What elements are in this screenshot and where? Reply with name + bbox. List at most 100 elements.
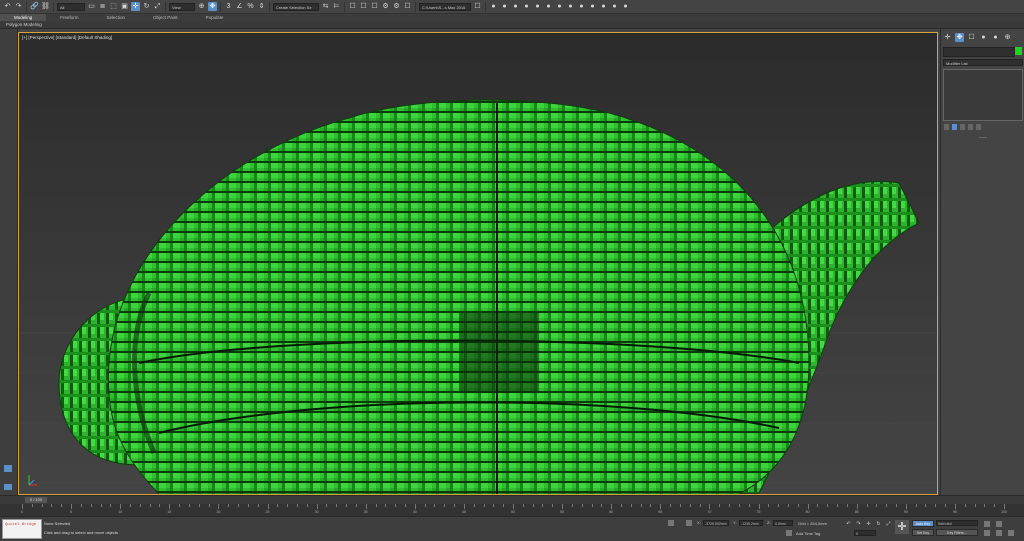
go-to-start-icon[interactable]: ↶	[844, 520, 853, 529]
absolute-mode-icon[interactable]	[686, 520, 692, 526]
snap-toggle-icon[interactable]: 3	[224, 2, 233, 11]
track-tick	[797, 504, 799, 507]
modify-tab-icon[interactable]: ✥	[955, 32, 964, 42]
panel-divider[interactable]	[979, 137, 987, 138]
reference-coord-dropdown[interactable]: View	[169, 2, 195, 11]
select-object-icon[interactable]: ▭	[87, 2, 96, 11]
link-icon[interactable]: 🔗	[30, 2, 39, 11]
tab-object-paint[interactable]: Object Paint	[139, 14, 192, 21]
layout-toggle-icon[interactable]	[4, 484, 12, 490]
teapot-body[interactable]	[107, 99, 810, 494]
utilities-tab-icon[interactable]: ⊕	[1003, 33, 1012, 42]
spinner-snap-icon[interactable]: ⇕	[257, 2, 266, 11]
set-key-button[interactable]: Set Key	[912, 529, 934, 536]
next-frame-icon[interactable]: ↻	[874, 520, 883, 529]
tab-populate[interactable]: Populate	[192, 14, 238, 21]
unlink-icon[interactable]: ⛓	[41, 2, 50, 11]
schematic-view-icon[interactable]: ⚙	[381, 2, 390, 11]
extra-tool-icon[interactable]: ●	[610, 2, 619, 11]
extra-tool-icon[interactable]: ●	[621, 2, 630, 11]
sphere-tool-icon[interactable]: ●	[544, 2, 553, 11]
render-setup-icon[interactable]: ☐	[403, 2, 412, 11]
display-tab-icon[interactable]: ●	[991, 33, 1000, 42]
time-config-icon[interactable]	[984, 521, 990, 527]
modifier-stack[interactable]	[943, 69, 1023, 121]
y-coord-field[interactable]: -1235,2mm	[739, 520, 763, 526]
auto-key-button[interactable]: Auto Key	[912, 520, 934, 527]
play-icon[interactable]: ✛	[864, 520, 873, 529]
camera-tool-icon[interactable]: ●	[566, 2, 575, 11]
project-path-field[interactable]: C:\Users\S...s Max 2016	[419, 2, 471, 11]
named-selection-sets-dropdown[interactable]: Create Selection Se	[273, 2, 319, 11]
modifier-list-dropdown[interactable]: Modifier List	[943, 59, 1023, 66]
time-slider-handle[interactable]: 0 / 100	[25, 497, 47, 503]
redo-icon[interactable]: ↷	[14, 2, 23, 11]
tab-selection[interactable]: Selection	[93, 14, 140, 21]
percent-snap-icon[interactable]: %	[246, 2, 255, 11]
viewport-layout-strip[interactable]	[0, 29, 18, 495]
activeshade-icon[interactable]: ●	[522, 2, 531, 11]
space-warp-icon[interactable]: ●	[588, 2, 597, 11]
pan-view-icon[interactable]	[984, 530, 990, 536]
zoom-extents-icon[interactable]	[996, 521, 1002, 527]
select-by-name-icon[interactable]: ≣	[98, 2, 107, 11]
tab-freeform[interactable]: Freeform	[46, 14, 92, 21]
select-and-move-icon[interactable]: ✛	[131, 2, 140, 11]
align-icon[interactable]: ⊨	[332, 2, 341, 11]
perspective-viewport[interactable]: [+] [Perspective] [Standard] [Default Sh…	[18, 32, 938, 495]
current-frame-field[interactable]: 0	[854, 530, 876, 536]
curve-editor-icon[interactable]: ☐	[370, 2, 379, 11]
show-end-result-icon[interactable]	[952, 124, 957, 130]
manipulate-icon[interactable]: ✥	[208, 2, 217, 11]
object-name-field[interactable]	[943, 47, 1015, 57]
viewport-layout-icon[interactable]	[4, 465, 12, 472]
material-editor-icon[interactable]: ⚙	[392, 2, 401, 11]
folder-icon[interactable]: ☐	[473, 2, 482, 11]
undo-icon[interactable]: ↶	[3, 2, 12, 11]
select-and-scale-icon[interactable]: ⤢	[153, 2, 162, 11]
tab-modeling[interactable]: Modeling	[0, 14, 47, 21]
mirror-icon[interactable]: ⇆	[321, 2, 330, 11]
object-color-swatch[interactable]	[1015, 47, 1022, 55]
configure-sets-icon[interactable]	[976, 124, 981, 130]
make-unique-icon[interactable]	[960, 124, 965, 130]
rect-selection-region-icon[interactable]: ⬚	[109, 2, 118, 11]
select-and-rotate-icon[interactable]: ↻	[142, 2, 151, 11]
light-tool-icon[interactable]: ●	[555, 2, 564, 11]
track-bar[interactable]: 0 5 10 15 20 25 30 35 40 45 50 55 60 65 70 75 80 85 90 95 10…	[0, 504, 1024, 516]
pin-stack-icon[interactable]	[944, 124, 949, 130]
render-frame-icon[interactable]: ●	[489, 2, 498, 11]
create-tab-icon[interactable]: ✛	[943, 33, 952, 42]
z-coord-field[interactable]: 0,0mm	[773, 520, 793, 526]
polygon-modeling-panel-label[interactable]: Polygon Modeling	[6, 21, 42, 28]
lock-selection-icon[interactable]	[668, 520, 674, 526]
time-tag-icon[interactable]	[786, 530, 792, 536]
hierarchy-tab-icon[interactable]: ☐	[967, 33, 976, 42]
maxscript-listener[interactable]: Quixel Bridge	[2, 519, 42, 539]
pivot-center-icon[interactable]: ⊕	[197, 2, 206, 11]
remove-modifier-icon[interactable]	[968, 124, 973, 130]
systems-icon[interactable]: ●	[599, 2, 608, 11]
helper-tool-icon[interactable]: ●	[577, 2, 586, 11]
add-key-icon[interactable]: ✛	[895, 520, 909, 534]
go-to-end-icon[interactable]: ⤢	[884, 520, 893, 529]
render-cloud-icon[interactable]: ●	[533, 2, 542, 11]
window-crossing-icon[interactable]: ▣	[120, 2, 129, 11]
x-coord-field[interactable]: -3725,002mm	[703, 520, 729, 526]
track-tick	[601, 504, 603, 507]
add-time-tag-button[interactable]: Add Time Tag	[796, 531, 820, 536]
maximize-viewport-icon[interactable]	[1008, 530, 1014, 536]
render-iterative-icon[interactable]: ●	[511, 2, 520, 11]
track-tick	[218, 504, 220, 509]
angle-snap-icon[interactable]: ∠	[235, 2, 244, 11]
previous-frame-icon[interactable]: ↷	[854, 520, 863, 529]
key-mode-dropdown[interactable]: Selected	[936, 520, 978, 526]
render-production-icon[interactable]: ●	[500, 2, 509, 11]
scene-explorer-icon[interactable]: ☐	[359, 2, 368, 11]
layer-explorer-icon[interactable]: ☐	[348, 2, 357, 11]
key-filters-button[interactable]: Key Filters...	[936, 529, 978, 536]
motion-tab-icon[interactable]: ●	[979, 33, 988, 42]
orbit-icon[interactable]	[996, 530, 1002, 536]
selection-filter-dropdown[interactable]: All	[57, 2, 85, 11]
teapot-voxel-mesh[interactable]	[19, 33, 937, 494]
